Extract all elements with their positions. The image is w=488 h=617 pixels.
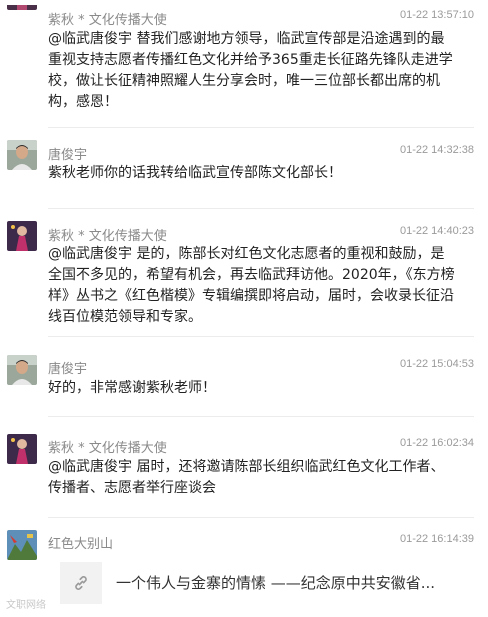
divider: [48, 416, 474, 417]
avatar[interactable]: [7, 140, 37, 170]
comment-text: @临武唐俊宇 届时，还将邀请陈部长组织临武红色文化工作者、传播者、志愿者举行座谈…: [48, 459, 445, 496]
divider: [48, 208, 474, 209]
comment-timestamp: 01-22 14:32:38: [399, 144, 474, 156]
avatar[interactable]: [7, 221, 37, 251]
comment-author-name[interactable]: 紫秋 * 文化传播大使: [48, 9, 167, 28]
comment-text: 紫秋老师你的话我转给临武宣传部陈文化部长！: [48, 165, 342, 181]
shared-link-title[interactable]: 一个伟人与金寨的情愫 ——纪念原中共安徽省...: [116, 572, 461, 593]
shared-link-card[interactable]: 一个伟人与金寨的情愫 ——纪念原中共安徽省...: [48, 562, 458, 604]
divider: [48, 517, 474, 518]
comment-timestamp: 01-22 16:02:34: [399, 437, 474, 449]
comment-timestamp: 01-22 14:40:23: [399, 225, 474, 237]
comment-timestamp: 01-22 16:14:39: [399, 533, 474, 545]
avatar[interactable]: [7, 530, 37, 560]
comment-author-name[interactable]: 唐俊宇: [48, 358, 87, 377]
comment-timestamp: 01-22 15:04:53: [399, 358, 474, 370]
comment-author-name[interactable]: 红色大别山: [48, 533, 113, 552]
link-icon: [60, 562, 102, 604]
comment-text: @临武唐俊宇 是的，陈部长对红色文化志愿者的重视和鼓励，是全国不多见的，希望有机…: [48, 246, 455, 325]
comment-author-name[interactable]: 紫秋 * 文化传播大使: [48, 437, 167, 456]
watermark-logo: 文职网络: [6, 600, 46, 611]
comment-text: 好的，非常感谢紫秋老师！: [48, 380, 216, 396]
comment-author-name[interactable]: 唐俊宇: [48, 144, 87, 163]
divider: [48, 127, 474, 128]
comment-timestamp: 01-22 13:57:10: [399, 9, 474, 21]
avatar[interactable]: [7, 0, 37, 10]
avatar[interactable]: [7, 434, 37, 464]
divider: [48, 336, 474, 337]
comment-author-name[interactable]: 紫秋 * 文化传播大使: [48, 225, 167, 244]
avatar[interactable]: [7, 355, 37, 385]
comment-text: @临武唐俊宇 替我们感谢地方领导，临武宣传部是沿途遇到的最重视支持志愿者传播红色…: [48, 31, 453, 110]
